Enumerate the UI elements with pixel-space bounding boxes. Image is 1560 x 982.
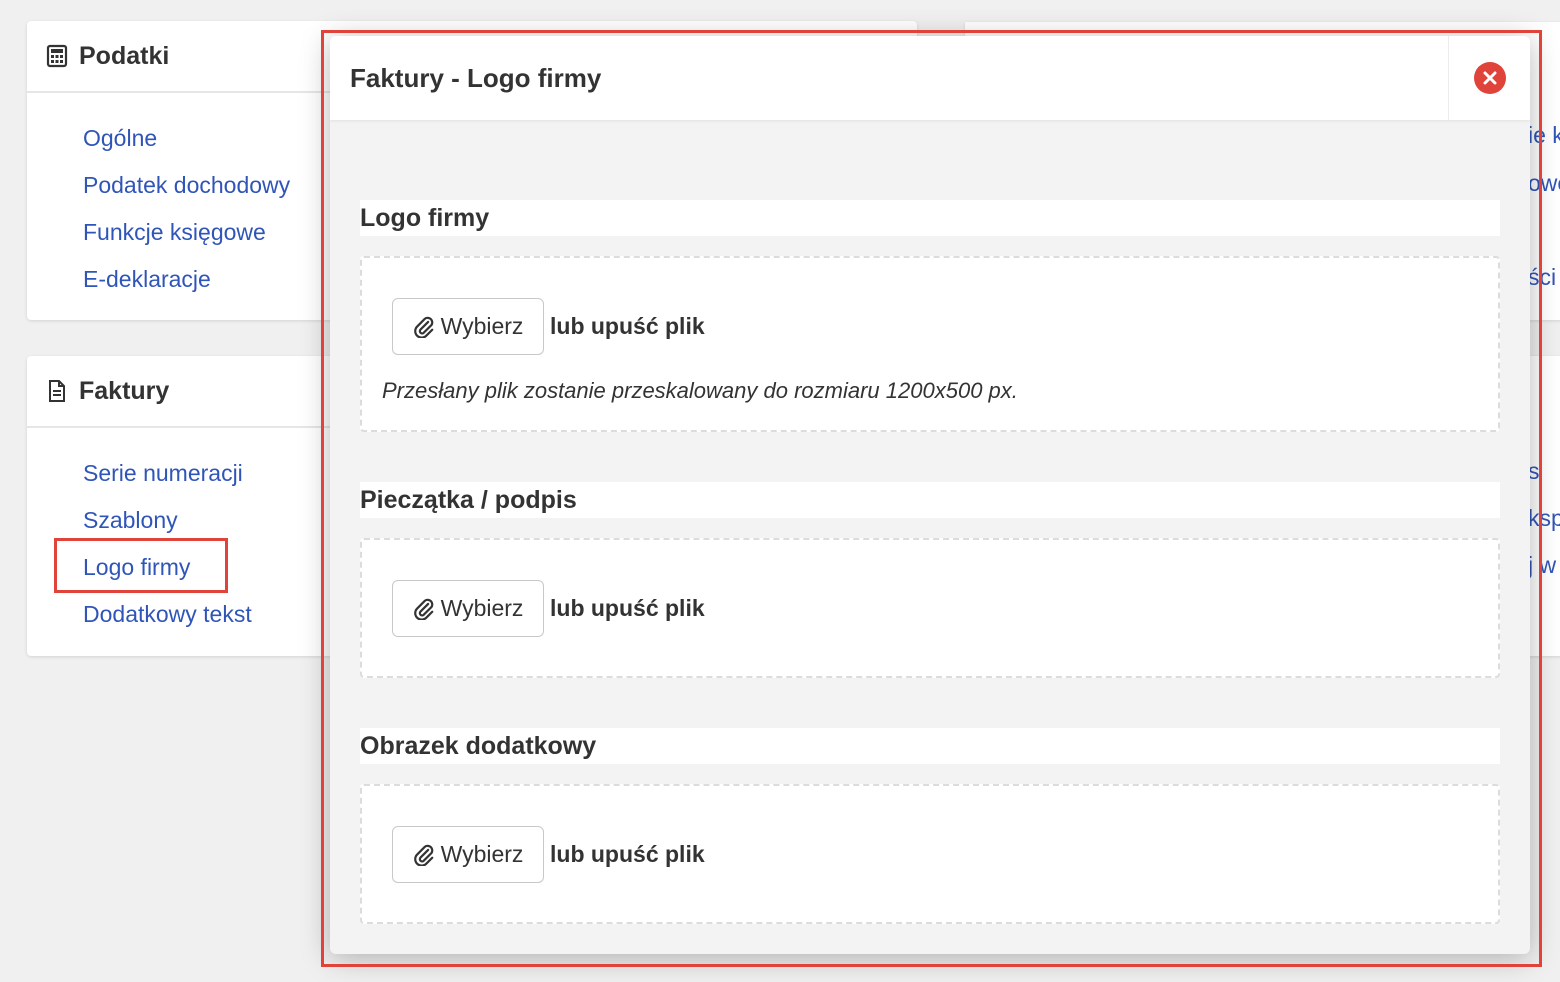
podatki-title: Podatki — [79, 41, 170, 70]
link-fragment[interactable]: ie k — [1528, 122, 1560, 149]
upload-row: Wybierz lub upuść plik — [392, 580, 705, 637]
choose-file-button[interactable]: Wybierz — [392, 298, 544, 355]
close-circle-icon[interactable] — [1473, 62, 1506, 94]
modal-header: Faktury - Logo firmy — [330, 36, 1530, 120]
choose-file-button[interactable]: Wybierz — [392, 826, 544, 883]
modal-title: Faktury - Logo firmy — [350, 62, 602, 93]
choose-label: Wybierz — [440, 841, 524, 867]
link-fragment[interactable]: j w — [1528, 552, 1560, 579]
section-title-pieczatka: Pieczątka / podpis — [360, 482, 1500, 518]
paperclip-icon — [413, 844, 435, 866]
dropzone-obrazek-dodatkowy[interactable]: Wybierz lub upuść plik — [360, 784, 1500, 924]
dropzone-logo-firmy[interactable]: Wybierz lub upuść plik Przesłany plik zo… — [360, 256, 1500, 432]
link-fragment[interactable]: ści — [1528, 264, 1560, 291]
drop-text: lub upuść plik — [550, 313, 705, 339]
section-title-obrazek-dodatkowy: Obrazek dodatkowy — [360, 728, 1500, 764]
logo-firmy-highlight — [54, 538, 228, 593]
dropzone-pieczatka[interactable]: Wybierz lub upuść plik — [360, 538, 1500, 678]
link-fragment[interactable]: s — [1528, 458, 1560, 485]
close-area — [1448, 36, 1530, 120]
link-fragment[interactable]: ksp — [1528, 505, 1560, 532]
document-icon — [45, 379, 69, 403]
drop-text: lub upuść plik — [550, 841, 705, 867]
faktury-title: Faktury — [79, 376, 170, 405]
upload-row: Wybierz lub upuść plik — [392, 826, 705, 883]
calculator-icon — [45, 44, 69, 68]
choose-label: Wybierz — [440, 595, 524, 621]
resize-hint: Przesłany plik zostanie przeskalowany do… — [382, 378, 1018, 403]
upload-row: Wybierz lub upuść plik — [392, 298, 705, 355]
paperclip-icon — [413, 598, 435, 620]
paperclip-icon — [413, 316, 435, 338]
drop-text: lub upuść plik — [550, 595, 705, 621]
choose-file-button[interactable]: Wybierz — [392, 580, 544, 637]
link-fragment[interactable]: owe — [1528, 170, 1560, 197]
choose-label: Wybierz — [440, 313, 524, 339]
logo-firmy-modal: Faktury - Logo firmy Logo firmy Wybierz — [330, 36, 1530, 954]
section-title-logo-firmy: Logo firmy — [360, 200, 1500, 236]
